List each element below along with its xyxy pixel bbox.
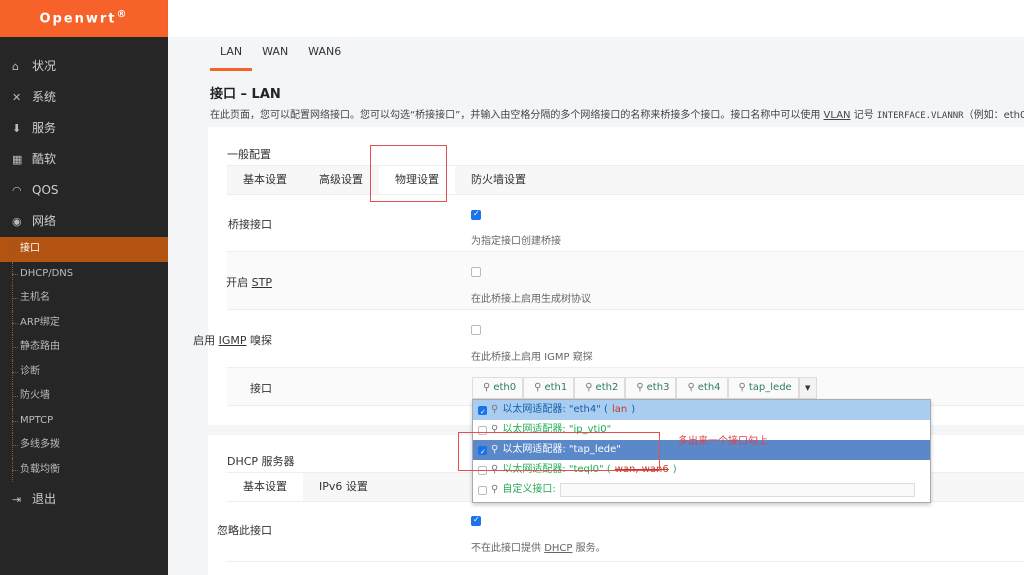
tools-icon: ✕: [12, 91, 22, 104]
sidebar: Openwrt® ⌂ 状况 ✕ 系统 ⬇ 服务 ▦ 酷软 ◠ QOS ◉ 网络 …: [0, 0, 168, 575]
stp-help: 在此桥接上启用生成树协议: [471, 294, 591, 305]
tab-wan[interactable]: WAN: [252, 37, 298, 71]
sidebar-item-network[interactable]: ◉ 网络: [0, 206, 168, 237]
iface-chip[interactable]: ⚲ eth1: [523, 377, 575, 399]
bridge-checkbox[interactable]: [471, 209, 481, 220]
page-title: 接口 – LAN: [210, 87, 281, 102]
custom-iface-label: 自定义接口:: [502, 484, 556, 495]
chevron-down-icon[interactable]: ▼: [798, 377, 817, 399]
ignore-row: 忽略此接口 不在此接口提供 DHCP 服务。: [217, 502, 1024, 562]
stp-row: 开启 STP 在此桥接上启用生成树协议: [226, 252, 1024, 310]
config-tabs: 基本设置 高级设置 物理设置 防火墙设置: [227, 165, 1024, 195]
plug-icon: ⚲: [491, 404, 499, 415]
sidebar-subitem-mptcp[interactable]: MPTCP: [0, 408, 168, 434]
sidebar-item-label: 系统: [32, 90, 57, 104]
sidebar-item-status[interactable]: ⌂ 状况: [0, 51, 168, 82]
sidebar-subitem-interfaces[interactable]: 接口: [0, 237, 168, 262]
ignore-label: 忽略此接口: [217, 524, 272, 537]
tab-firewall-settings[interactable]: 防火墙设置: [455, 166, 542, 194]
iface-chip[interactable]: ⚲ eth3: [625, 377, 677, 399]
sidebar-item-label: 状况: [32, 59, 57, 73]
ignore-checkbox[interactable]: [471, 515, 481, 526]
igmp-row: 启用 IGMP 嗅探 在此桥接上启用 IGMP 窥探: [193, 310, 1024, 368]
sidebar-subitem-multiwan[interactable]: 多线多拨: [0, 433, 168, 458]
calendar-icon: ▦: [12, 153, 23, 166]
plug-icon: ⚲: [534, 382, 542, 393]
ignore-help: 不在此接口提供 DHCP 服务。: [471, 543, 606, 554]
plug-icon: ⚲: [483, 382, 491, 393]
sidebar-item-logout[interactable]: ⇥ 退出: [0, 484, 168, 515]
plug-icon: ⚲: [738, 382, 746, 393]
section-title: DHCP 服务器: [227, 455, 295, 468]
igmp-checkbox[interactable]: [471, 325, 481, 335]
tab-basic-settings[interactable]: 基本设置: [227, 166, 303, 194]
brand-mark: ®: [116, 9, 129, 20]
sidebar-item-qos[interactable]: ◠ QOS: [0, 175, 168, 206]
vlan-abbr: VLAN: [823, 110, 851, 121]
tab-advanced-settings[interactable]: 高级设置: [303, 166, 379, 194]
sidebar-item-apps[interactable]: ▦ 酷软: [0, 144, 168, 175]
sidebar-item-label: QOS: [32, 183, 59, 197]
iface-chip[interactable]: ⚲ eth4: [676, 377, 728, 399]
iface-chip[interactable]: ⚲ tap_lede: [727, 377, 799, 399]
sidebar-subitem-dhcp-dns[interactable]: DHCP/DNS: [0, 261, 168, 287]
sidebar-menu: ⌂ 状况 ✕ 系统 ⬇ 服务 ▦ 酷软 ◠ QOS ◉ 网络: [0, 37, 168, 237]
plug-icon: ⚲: [491, 484, 499, 495]
sidebar-item-label: 退出: [32, 492, 57, 506]
download-icon: ⬇: [12, 122, 22, 135]
sidebar-item-label: 服务: [32, 121, 57, 135]
sidebar-item-label: 酷软: [32, 152, 57, 166]
custom-iface-input[interactable]: [559, 483, 915, 497]
top-bar: [168, 0, 1024, 37]
sidebar-subitem-arp[interactable]: ARP绑定: [0, 310, 168, 336]
bridge-label: 桥接接口: [228, 218, 272, 231]
dropdown-option-custom[interactable]: ⚲ 自定义接口:: [473, 480, 930, 500]
home-icon: ⌂: [12, 60, 19, 73]
stp-checkbox[interactable]: [471, 267, 481, 277]
option-checkbox[interactable]: [478, 402, 487, 422]
bridge-row: 桥接接口 为指定接口创建桥接: [227, 195, 1024, 252]
interface-tabs: LAN WAN WAN6: [168, 37, 1024, 71]
sidebar-item-services[interactable]: ⬇ 服务: [0, 113, 168, 144]
tab-lan[interactable]: LAN: [210, 37, 253, 71]
interface-selector[interactable]: ⚲ eth0 ⚲ eth1 ⚲ eth2 ⚲ eth3 ⚲ eth4 ⚲ tap_lede …: [472, 377, 817, 399]
dropdown-option[interactable]: ⚲ 以太网适配器: "eth4" (lan): [473, 400, 930, 422]
sidebar-item-system[interactable]: ✕ 系统: [0, 82, 168, 113]
page-description: 在此页面，您可以配置网络接口。您可以勾选“桥接接口”，并输入由空格分隔的多个网络…: [210, 110, 1024, 121]
sidebar-subitem-hostnames[interactable]: 主机名: [0, 286, 168, 311]
iface-chip[interactable]: ⚲ eth0: [472, 377, 524, 399]
sidebar-item-label: 网络: [32, 214, 57, 228]
annotation-text: 多出来一个接口勾上: [678, 436, 768, 447]
brand-name: Openwrt: [39, 11, 117, 27]
bridge-help: 为指定接口创建桥接: [471, 236, 561, 247]
sidebar-subitem-diagnostics[interactable]: 诊断: [0, 359, 168, 385]
iface-chip[interactable]: ⚲ eth2: [574, 377, 626, 399]
globe-icon: ◉: [12, 215, 22, 228]
brand-logo[interactable]: Openwrt®: [0, 0, 168, 37]
annotation-box: [370, 145, 447, 202]
gauge-icon: ◠: [12, 184, 22, 197]
sidebar-subitem-static-routes[interactable]: 静态路由: [0, 335, 168, 360]
sidebar-subitem-load-balance[interactable]: 负载均衡: [0, 457, 168, 483]
tab-dhcp-ipv6[interactable]: IPv6 设置: [303, 473, 384, 501]
plug-icon: ⚲: [687, 382, 695, 393]
logout-icon: ⇥: [12, 493, 22, 506]
igmp-help: 在此桥接上启用 IGMP 窥探: [471, 352, 593, 363]
sidebar-subitem-firewall[interactable]: 防火墙: [0, 384, 168, 409]
igmp-label: 启用 IGMP 嗅探: [193, 334, 272, 347]
tab-dhcp-basic[interactable]: 基本设置: [227, 473, 303, 501]
plug-icon: ⚲: [636, 382, 644, 393]
network-submenu: 接口 DHCP/DNS 主机名 ARP绑定 静态路由 诊断 防火墙 MPTCP …: [0, 237, 168, 482]
interface-label: 接口: [250, 382, 272, 395]
annotation-box: [458, 432, 660, 471]
plug-icon: ⚲: [585, 382, 593, 393]
section-title: 一般配置: [227, 148, 271, 161]
tab-wan6[interactable]: WAN6: [298, 37, 351, 71]
stp-label: 开启 STP: [226, 276, 272, 289]
option-checkbox[interactable]: [478, 485, 487, 495]
